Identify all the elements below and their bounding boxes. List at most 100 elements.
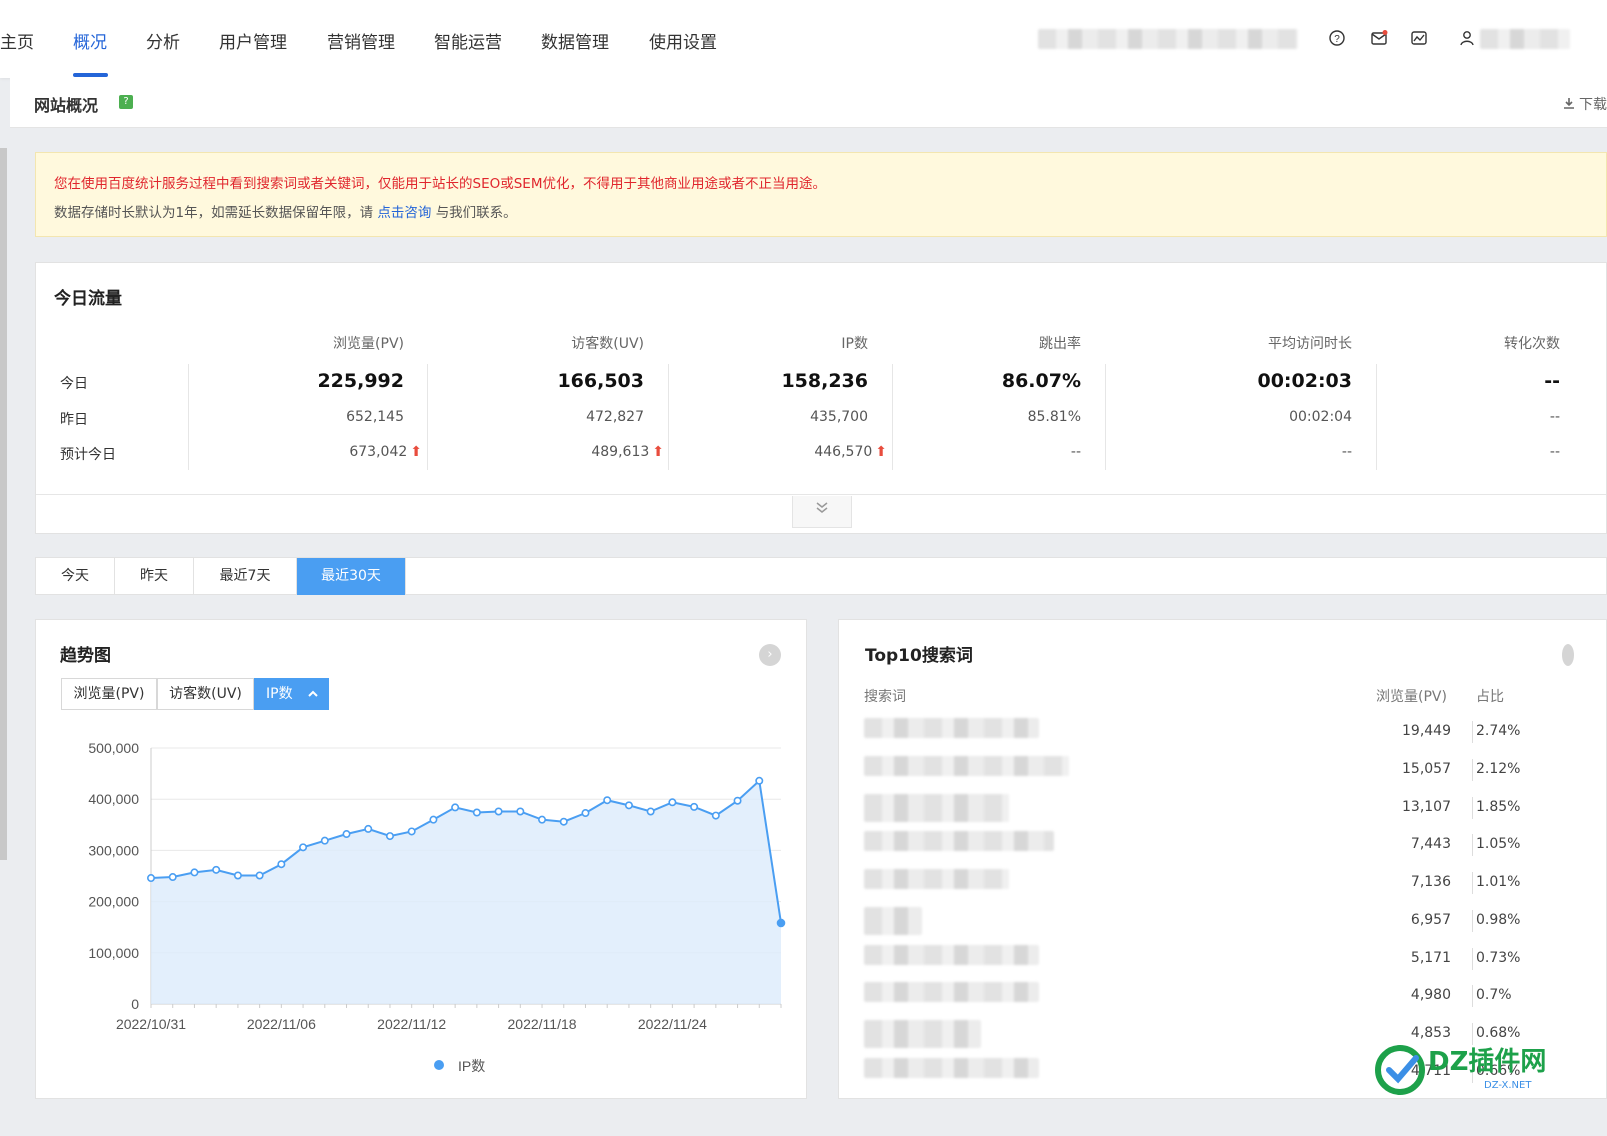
yesterday-bounce-value: 85.81% (1027, 409, 1081, 425)
legend-label: IP数 (458, 1058, 485, 1074)
nav-item-user-management[interactable]: 用户管理 (219, 28, 287, 53)
notice-banner: 您在使用百度统计服务过程中看到搜索词或者关键词，仅能用于站长的SEO或SEM优化… (35, 152, 1607, 237)
data-point (516, 807, 525, 816)
keyword-text-redacted[interactable] (864, 869, 1009, 889)
keyword-share-value: 2.74% (1476, 723, 1521, 739)
nav-item-smart-ops[interactable]: 智能运营 (434, 28, 502, 53)
column-divider (892, 364, 893, 470)
today-traffic-title: 今日流量 (54, 289, 122, 309)
download-button[interactable]: 下载 (1563, 94, 1607, 114)
share-bar (1472, 721, 1473, 743)
chevron-right-icon[interactable] (1562, 644, 1574, 666)
x-tick-label: 2022/11/06 (247, 1016, 316, 1032)
top-navigation: 主页 概况 分析 用户管理 营销管理 智能运营 数据管理 使用设置 ? (0, 0, 1607, 78)
nav-item-home[interactable]: 主页 (0, 28, 34, 53)
x-tick-label: 2022/11/24 (638, 1016, 707, 1032)
notice-retention-suffix: 与我们联系。 (435, 205, 517, 221)
x-tick-label: 2022/11/12 (377, 1016, 446, 1032)
y-tick-label: 0 (131, 996, 139, 1012)
nav-item-data-management[interactable]: 数据管理 (541, 28, 609, 53)
help-badge-icon[interactable]: ? (119, 95, 133, 109)
forecast-pv-value: 673,042 (349, 444, 408, 460)
keyword-text-redacted[interactable] (864, 756, 1069, 776)
nav-item-overview[interactable]: 概况 (73, 28, 107, 53)
help-circle-icon[interactable]: ? (1328, 29, 1346, 47)
svg-text:DZ插件网: DZ插件网 (1428, 1047, 1546, 1077)
tab-yesterday[interactable]: 昨天 (115, 558, 194, 595)
forecast-bounce-value: -- (1070, 444, 1081, 460)
data-point (212, 865, 221, 874)
left-scrollbar[interactable] (0, 148, 7, 860)
metric-tab-pv[interactable]: 浏览量(PV) (61, 678, 157, 710)
nav-item-analysis[interactable]: 分析 (146, 28, 180, 53)
keyword-text-redacted[interactable] (864, 718, 1039, 738)
consult-link[interactable]: 点击咨询 (377, 205, 431, 221)
page-header: 网站概况 ? 下载 (10, 78, 1607, 128)
keyword-pv-value: 7,136 (1410, 874, 1451, 890)
yesterday-conversion-value: -- (1549, 409, 1560, 425)
keywords-title: Top10搜索词 (865, 646, 973, 666)
yesterday-pv-value: 652,145 (346, 409, 404, 425)
nav-item-marketing[interactable]: 营销管理 (327, 28, 395, 53)
keyword-text-redacted[interactable] (864, 945, 1039, 965)
user-icon[interactable] (1458, 29, 1476, 47)
keyword-share-value: 1.01% (1476, 874, 1521, 890)
keyword-share-value: 1.05% (1476, 836, 1521, 852)
yesterday-ip-value: 435,700 (810, 409, 868, 425)
keyword-text-redacted[interactable] (864, 831, 1054, 851)
tab-today[interactable]: 今天 (36, 558, 115, 595)
col-header-bounce: 跳出率 (1039, 336, 1081, 352)
row-label-forecast: 预计今日 (60, 447, 116, 463)
keyword-share-value: 0.7% (1476, 987, 1512, 1003)
keyword-share-value: 2.12% (1476, 761, 1521, 777)
today-pv-value: 225,992 (317, 370, 404, 392)
share-col-header: 占比 (1476, 689, 1504, 705)
share-bar (1472, 948, 1473, 970)
keyword-text-redacted[interactable] (864, 794, 1009, 822)
legend-marker (434, 1060, 444, 1070)
metric-tab-ip[interactable]: IP数 (254, 678, 329, 710)
series-area (151, 780, 781, 1004)
keyword-text-redacted[interactable] (864, 1058, 1039, 1078)
keyword-pv-value: 7,443 (1410, 836, 1451, 852)
column-divider (668, 364, 669, 470)
column-divider (427, 364, 428, 470)
data-point (277, 860, 286, 869)
keyword-pv-value: 4,980 (1410, 987, 1451, 1003)
download-label: 下载 (1579, 97, 1607, 113)
expand-button[interactable] (792, 496, 852, 528)
data-point (690, 802, 699, 811)
username-redacted[interactable] (1480, 29, 1570, 49)
today-duration-value: 00:02:03 (1257, 370, 1352, 392)
chevron-right-icon[interactable]: › (759, 644, 781, 666)
yesterday-duration-value: 00:02:04 (1289, 409, 1352, 425)
chart-window-icon[interactable] (1410, 29, 1428, 47)
metric-tab-uv[interactable]: 访客数(UV) (157, 678, 254, 710)
col-header-avg-duration: 平均访问时长 (1268, 336, 1352, 352)
tab-last-30-days[interactable]: 最近30天 (297, 558, 406, 595)
notice-retention-prefix: 数据存储时长默认为1年，如需延长数据保留年限，请 (54, 205, 374, 221)
mail-icon[interactable] (1370, 29, 1388, 47)
keyword-pv-value: 6,957 (1410, 912, 1451, 928)
keyword-text-redacted[interactable] (864, 1020, 981, 1048)
y-tick-label: 400,000 (88, 791, 139, 807)
keyword-share-value: 0.73% (1476, 950, 1521, 966)
metric-tab-ip-label: IP数 (266, 686, 293, 702)
data-point (147, 874, 156, 883)
today-conversion-value: -- (1544, 370, 1560, 392)
site-selector-redacted[interactable] (1038, 29, 1298, 49)
keyword-share-value: 0.98% (1476, 912, 1521, 928)
keyword-pv-value: 15,057 (1402, 761, 1451, 777)
col-header-pv: 浏览量(PV) (333, 336, 404, 352)
column-divider (1105, 364, 1106, 470)
page-title: 网站概况 (34, 96, 99, 115)
data-point (776, 918, 786, 928)
col-header-ip: IP数 (841, 336, 868, 352)
keyword-text-redacted[interactable] (864, 907, 922, 935)
data-point (581, 809, 590, 818)
tab-last-7-days[interactable]: 最近7天 (194, 558, 297, 595)
keyword-text-redacted[interactable] (864, 982, 1039, 1002)
pv-col-header: 浏览量(PV) (1376, 689, 1447, 705)
keyword-pv-value: 4,853 (1410, 1025, 1451, 1041)
nav-item-settings[interactable]: 使用设置 (649, 28, 717, 53)
